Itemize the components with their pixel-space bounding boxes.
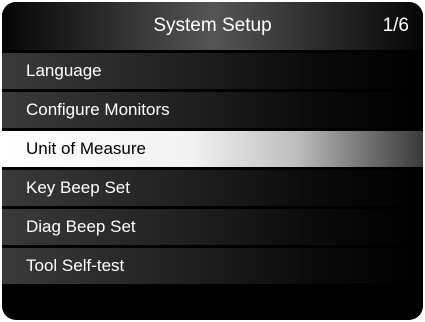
menu-item-key-beep-set[interactable]: Key Beep Set bbox=[2, 170, 423, 206]
menu-item-unit-of-measure[interactable]: Unit of Measure bbox=[2, 131, 423, 167]
menu-item-configure-monitors[interactable]: Configure Monitors bbox=[2, 92, 423, 128]
menu-item-language[interactable]: Language bbox=[2, 53, 423, 89]
device-screen: System Setup 1/6 Language Configure Moni… bbox=[2, 2, 423, 320]
menu-list: Language Configure Monitors Unit of Meas… bbox=[2, 53, 423, 287]
menu-item-diag-beep-set[interactable]: Diag Beep Set bbox=[2, 209, 423, 245]
page-title: System Setup bbox=[153, 15, 272, 36]
header-bar: System Setup 1/6 bbox=[2, 2, 423, 50]
page-indicator: 1/6 bbox=[382, 15, 409, 36]
menu-item-tool-self-test[interactable]: Tool Self-test bbox=[2, 248, 423, 284]
